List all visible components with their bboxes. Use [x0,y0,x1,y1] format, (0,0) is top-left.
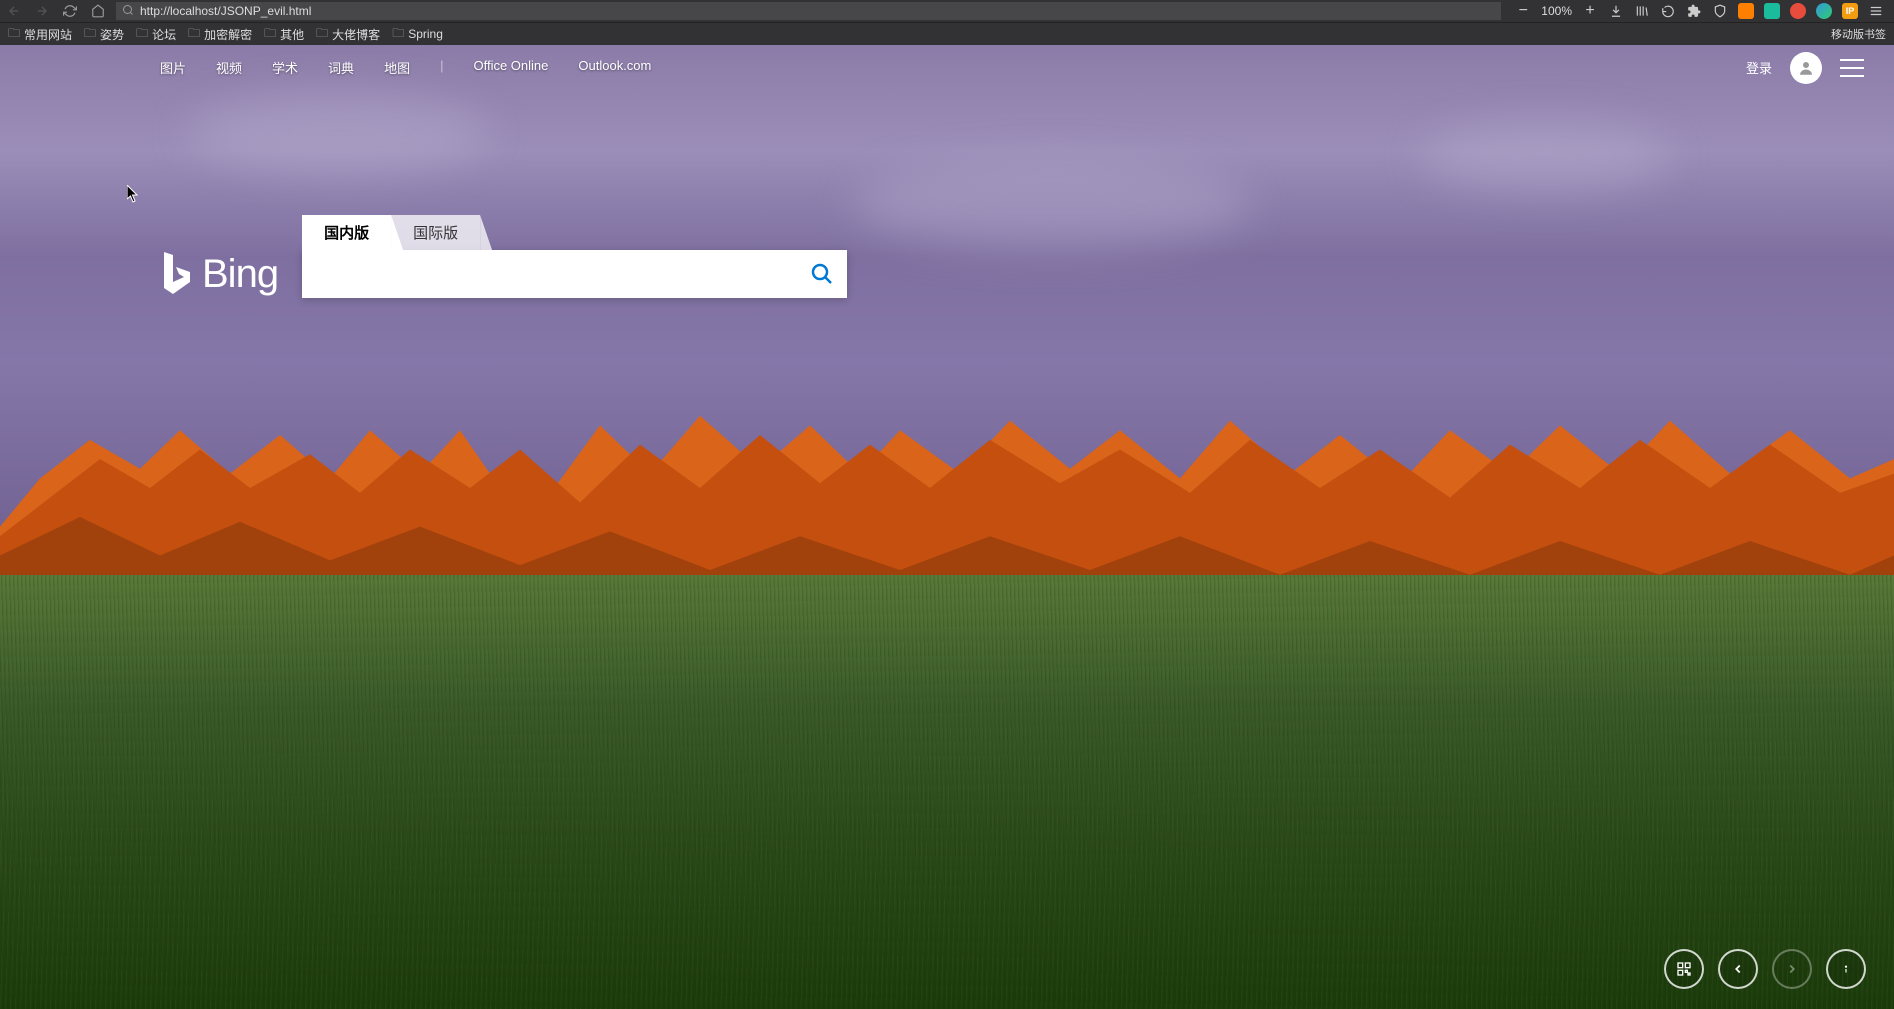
forward-button[interactable] [32,1,52,21]
ext-icon-5[interactable]: IP [1842,3,1858,19]
bookmark-folder[interactable]: 🗀姿势 [84,24,124,45]
nav-link-images[interactable]: 图片 [160,58,186,77]
extensions-icon[interactable] [1686,3,1702,19]
bookmark-label: Spring [408,27,443,41]
bookmark-folder[interactable]: 🗀大佬博客 [316,24,380,45]
bookmark-folder[interactable]: 🗀加密解密 [188,24,252,45]
login-link[interactable]: 登录 [1746,58,1772,77]
bookmark-folder[interactable]: 🗀 Spring [392,24,443,45]
bookmarks-bar: 🗀常用网站 🗀姿势 🗀论坛 🗀加密解密 🗀其他 🗀大佬博客 🗀Spring 移动… [0,22,1894,45]
zoom-out-icon[interactable]: − [1515,3,1531,19]
bing-logo[interactable]: Bing [160,250,278,298]
prev-image-button[interactable] [1718,949,1758,989]
ext-icon-2[interactable] [1764,3,1780,19]
tab-international[interactable]: 国际版 [391,215,480,250]
bookmark-label: 加密解密 [204,26,252,43]
mobile-bookmarks[interactable]: 移动版书签 [1831,26,1886,42]
zoom-in-icon[interactable]: + [1582,3,1598,19]
logo-text: Bing [202,252,278,297]
menu-icon[interactable] [1868,3,1884,19]
nav-link-office[interactable]: Office Online [473,58,548,77]
url-text: http://localhost/JSONP_evil.html [140,4,311,18]
folder-icon: 🗀 [8,24,20,45]
qr-button[interactable] [1664,949,1704,989]
search-icon [122,4,134,19]
browser-toolbar: http://localhost/JSONP_evil.html − 100% … [0,0,1894,22]
folder-icon: 🗀 [84,24,96,45]
bookmark-label: 姿势 [100,26,124,43]
nav-link-maps[interactable]: 地图 [384,58,410,77]
bookmark-folder[interactable]: 🗀常用网站 [8,24,72,45]
bookmark-label: 论坛 [152,26,176,43]
search-box [302,250,847,298]
nav-separator: | [440,58,443,77]
folder-icon: 🗀 [392,24,404,45]
downloads-icon[interactable] [1608,3,1624,19]
search-button[interactable] [797,250,847,298]
back-button[interactable] [4,1,24,21]
search-tabs: 国内版 国际版 [302,215,847,250]
bookmark-label: 大佬博客 [332,26,380,43]
shield-icon[interactable] [1712,3,1728,19]
library-icon[interactable] [1634,3,1650,19]
folder-icon: 🗀 [264,24,276,45]
ext-icon-3[interactable] [1790,3,1806,19]
hamburger-menu[interactable] [1840,59,1864,77]
folder-icon: 🗀 [188,24,200,45]
bookmark-label: 常用网站 [24,26,72,43]
tab-domestic[interactable]: 国内版 [302,215,391,250]
bookmark-label: 其他 [280,26,304,43]
undo-icon[interactable] [1660,3,1676,19]
nav-link-dict[interactable]: 词典 [328,58,354,77]
zoom-level: 100% [1541,4,1572,18]
bookmark-folder[interactable]: 🗀其他 [264,24,304,45]
toolbar-right: − 100% + IP [1509,3,1890,19]
ext-icon-4[interactable] [1816,3,1832,19]
nav-link-academic[interactable]: 学术 [272,58,298,77]
search-area: Bing 国内版 国际版 [160,215,847,298]
background-image [0,45,1894,1009]
home-button[interactable] [88,1,108,21]
ext-icon-1[interactable] [1738,3,1754,19]
next-image-button[interactable] [1772,949,1812,989]
folder-icon: 🗀 [316,24,328,45]
search-input[interactable] [302,250,797,298]
reload-button[interactable] [60,1,80,21]
page-content: 图片 视频 学术 词典 地图 | Office Online Outlook.c… [0,45,1894,1009]
nav-link-video[interactable]: 视频 [216,58,242,77]
info-button[interactable] [1826,949,1866,989]
bottom-right-controls [1664,949,1866,989]
top-nav: 图片 视频 学术 词典 地图 | Office Online Outlook.c… [0,45,1894,90]
nav-link-outlook[interactable]: Outlook.com [578,58,651,77]
avatar[interactable] [1790,52,1822,84]
bookmark-folder[interactable]: 🗀论坛 [136,24,176,45]
folder-icon: 🗀 [136,24,148,45]
url-bar[interactable]: http://localhost/JSONP_evil.html [116,2,1501,20]
